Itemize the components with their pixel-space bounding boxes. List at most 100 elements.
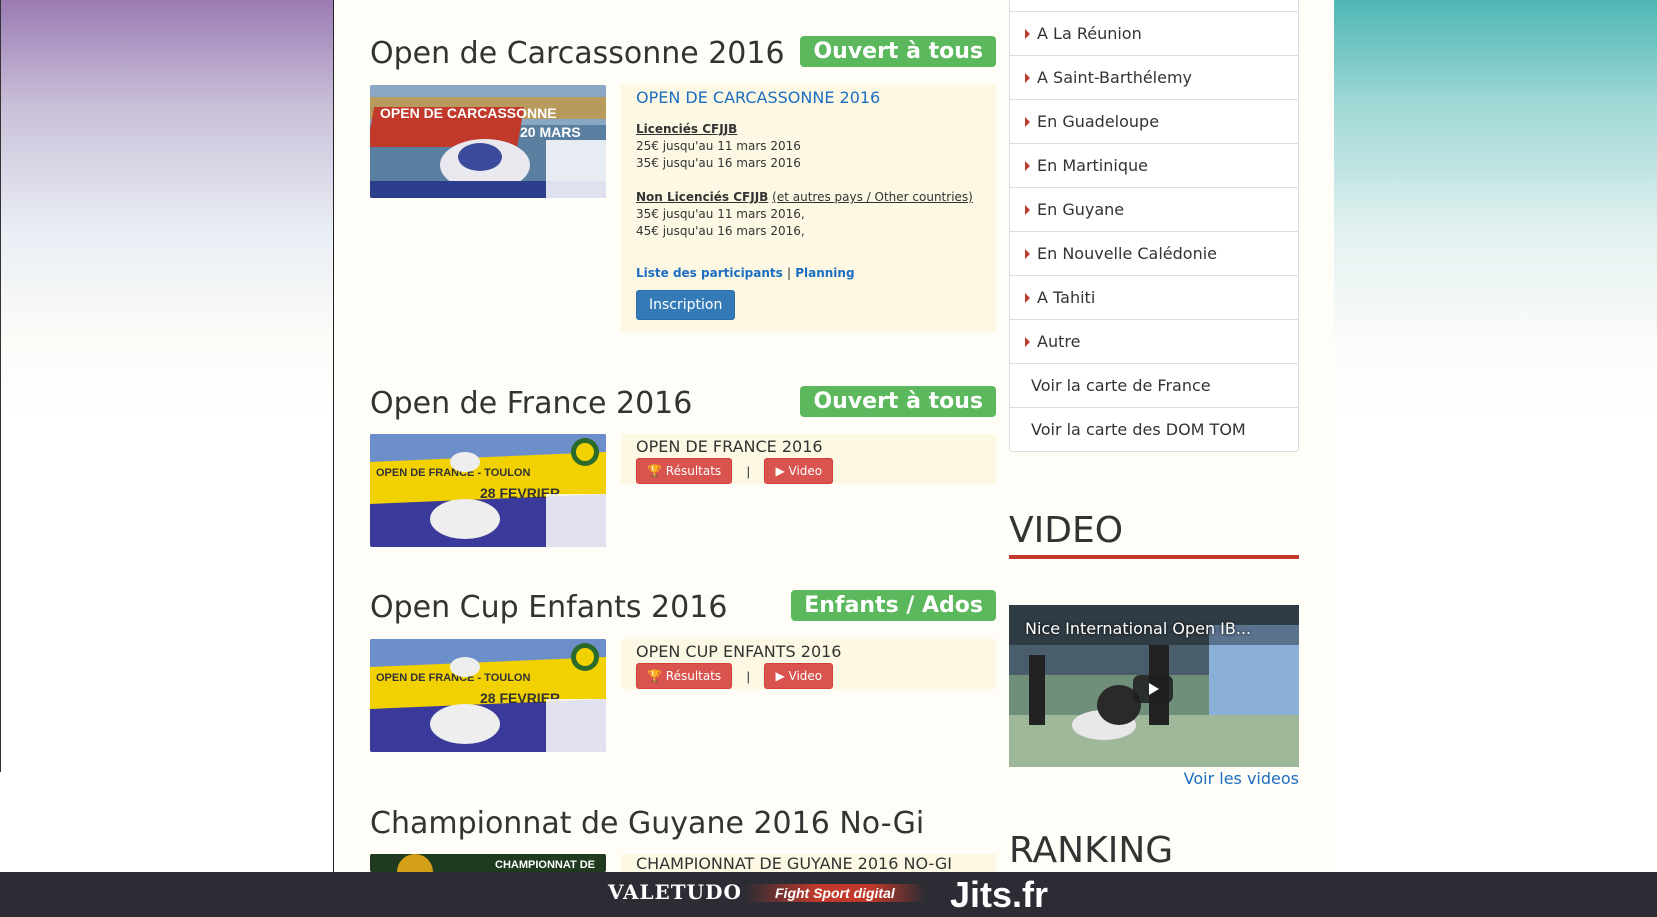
nav-item-saint-barthelemy[interactable]: A Saint-Barthélemy [1010, 55, 1298, 99]
event-info-box: OPEN CUP ENFANTS 2016 🏆 Résultats | ▶ Vi… [621, 639, 996, 689]
event-badge: Ouvert à tous [800, 36, 996, 67]
results-button-label: Résultats [665, 464, 722, 478]
event-banner-image: OPEN DE CARCASSONNE 20 MARS [370, 85, 606, 198]
event-card: Open Cup Enfants 2016 Enfants / Ados OPE… [370, 590, 996, 755]
event-box-title[interactable]: OPEN DE CARCASSONNE 2016 [636, 88, 981, 107]
event-title[interactable]: Open de France 2016 [370, 386, 692, 421]
event-banner[interactable]: CHAMPIONNAT DE [370, 854, 606, 872]
event-banner[interactable]: OPEN DE FRANCE - TOULON 28 FEVRIER [370, 639, 606, 752]
event-banner[interactable]: OPEN DE CARCASSONNE 20 MARS [370, 85, 606, 198]
nav-item-carte-france[interactable]: Voir la carte de France [1010, 363, 1298, 407]
see-videos-link[interactable]: Voir les videos [1184, 769, 1299, 788]
event-banner-image: CHAMPIONNAT DE [370, 854, 606, 872]
event-info-box: OPEN DE CARCASSONNE 2016 Licenciés CFJJB… [621, 85, 996, 333]
event-box-title[interactable]: CHAMPIONNAT DE GUYANE 2016 NO-GI [636, 854, 981, 872]
nav-item-label: Voir la carte de France [1031, 376, 1211, 395]
footer-bar: VALETUDO Fight Sport digital Jits.fr [0, 872, 1657, 917]
video-heading-rule [1009, 555, 1299, 559]
video-camera-icon: ▶ [775, 464, 785, 478]
banner-title: CHAMPIONNAT DE [495, 859, 595, 871]
event-badge: Enfants / Ados [791, 590, 996, 621]
caret-right-icon [1025, 116, 1030, 127]
region-nav-list: A La Réunion A Saint-Barthélemy En Guade… [1009, 0, 1299, 452]
trophy-icon: 🏆 [647, 669, 662, 683]
event-box-title[interactable]: OPEN CUP ENFANTS 2016 [636, 642, 981, 661]
inscription-button[interactable]: Inscription [636, 290, 736, 320]
unlicensed-price: 35€ jusqu'au 11 mars 2016, [636, 207, 805, 221]
caret-right-icon [1025, 248, 1030, 259]
nav-item-guyane[interactable]: En Guyane [1010, 187, 1298, 231]
nav-item-guadeloupe[interactable]: En Guadeloupe [1010, 99, 1298, 143]
results-button[interactable]: 🏆 Résultats [636, 458, 733, 484]
jits-logo[interactable]: Jits.fr [950, 874, 1048, 916]
licensed-label: Licenciés CFJJB [636, 122, 738, 136]
video-button-label: Video [788, 464, 823, 478]
banner-title: OPEN DE FRANCE - TOULON [376, 672, 530, 684]
unlicensed-note: (et autres pays / Other countries) [772, 190, 973, 204]
event-badge: Ouvert à tous [800, 386, 996, 417]
video-button[interactable]: ▶ Video [764, 663, 834, 689]
event-card: Open de Carcassonne 2016 Ouvert à tous O… [370, 36, 996, 336]
trophy-icon: 🏆 [647, 464, 662, 478]
background-left-lower [0, 420, 333, 772]
nav-item-label: A Tahiti [1037, 288, 1096, 307]
nav-item-label: A Saint-Barthélemy [1037, 68, 1193, 87]
nav-item-nouvelle-caledonie[interactable]: En Nouvelle Calédonie [1010, 231, 1298, 275]
nav-list-top [1010, 0, 1298, 11]
fightsport-logo[interactable]: Fight Sport digital [745, 884, 925, 902]
window-edge [0, 0, 1, 772]
licensed-price: 25€ jusqu'au 11 mars 2016 [636, 139, 801, 153]
nav-item-tahiti[interactable]: A Tahiti [1010, 275, 1298, 319]
results-button-label: Résultats [665, 669, 722, 683]
background-right [1334, 0, 1657, 420]
play-icon[interactable] [1133, 675, 1173, 703]
event-box-title[interactable]: OPEN DE FRANCE 2016 [636, 437, 981, 456]
ranking-heading: RANKING [1009, 830, 1174, 871]
participants-link[interactable]: Liste des participants [636, 266, 783, 280]
event-card: Championnat de Guyane 2016 No-Gi CHAMPIO… [370, 806, 996, 872]
video-button-label: Video [788, 669, 823, 683]
events-column: Open de Carcassonne 2016 Ouvert à tous O… [370, 0, 996, 872]
caret-right-icon [1025, 204, 1030, 215]
video-camera-icon: ▶ [775, 669, 785, 683]
caret-right-icon [1025, 292, 1030, 303]
banner-title: OPEN DE CARCASSONNE [380, 105, 557, 121]
nav-item-label: A La Réunion [1037, 24, 1142, 43]
nav-item-autre[interactable]: Autre [1010, 319, 1298, 363]
caret-right-icon [1025, 28, 1030, 39]
event-title[interactable]: Championnat de Guyane 2016 No-Gi [370, 806, 924, 841]
caret-right-icon [1025, 160, 1030, 171]
button-separator: | [746, 668, 751, 684]
licensed-price: 35€ jusqu'au 16 mars 2016 [636, 156, 801, 170]
planning-link[interactable]: Planning [795, 266, 854, 280]
nav-item-label: En Guadeloupe [1037, 112, 1160, 131]
nav-item-label: En Martinique [1037, 156, 1148, 175]
unlicensed-label: Non Licenciés CFJJB [636, 190, 769, 204]
button-separator: | [746, 463, 751, 479]
nav-item-label: Voir la carte des DOM TOM [1031, 420, 1246, 439]
event-title[interactable]: Open Cup Enfants 2016 [370, 590, 727, 625]
event-banner[interactable]: OPEN DE FRANCE - TOULON 28 FEVRIER [370, 434, 606, 547]
caret-right-icon [1025, 72, 1030, 83]
event-title[interactable]: Open de Carcassonne 2016 [370, 36, 785, 71]
event-banner-image: OPEN DE FRANCE - TOULON 28 FEVRIER [370, 639, 606, 752]
nav-item-label: En Guyane [1037, 200, 1125, 219]
banner-date: 20 MARS [520, 124, 581, 140]
valetudo-logo[interactable]: VALETUDO [608, 880, 742, 904]
nav-item-reunion[interactable]: A La Réunion [1010, 11, 1298, 55]
video-button[interactable]: ▶ Video [764, 458, 834, 484]
link-separator: | [786, 266, 792, 280]
banner-title: OPEN DE FRANCE - TOULON [376, 467, 530, 479]
video-player[interactable]: Nice International Open IB... [1009, 605, 1299, 767]
nav-item-martinique[interactable]: En Martinique [1010, 143, 1298, 187]
nav-item-label: En Nouvelle Calédonie [1037, 244, 1218, 263]
nav-item-carte-dom-tom[interactable]: Voir la carte des DOM TOM [1010, 407, 1298, 451]
video-title[interactable]: Nice International Open IB... [1025, 619, 1251, 638]
unlicensed-price: 45€ jusqu'au 16 mars 2016, [636, 224, 805, 238]
event-info-box: OPEN DE FRANCE 2016 🏆 Résultats | ▶ Vide… [621, 434, 996, 484]
event-banner-image: OPEN DE FRANCE - TOULON 28 FEVRIER [370, 434, 606, 547]
nav-item-label: Autre [1037, 332, 1081, 351]
event-info-box: CHAMPIONNAT DE GUYANE 2016 NO-GI [621, 854, 996, 872]
results-button[interactable]: 🏆 Résultats [636, 663, 733, 689]
background-left [0, 0, 333, 420]
